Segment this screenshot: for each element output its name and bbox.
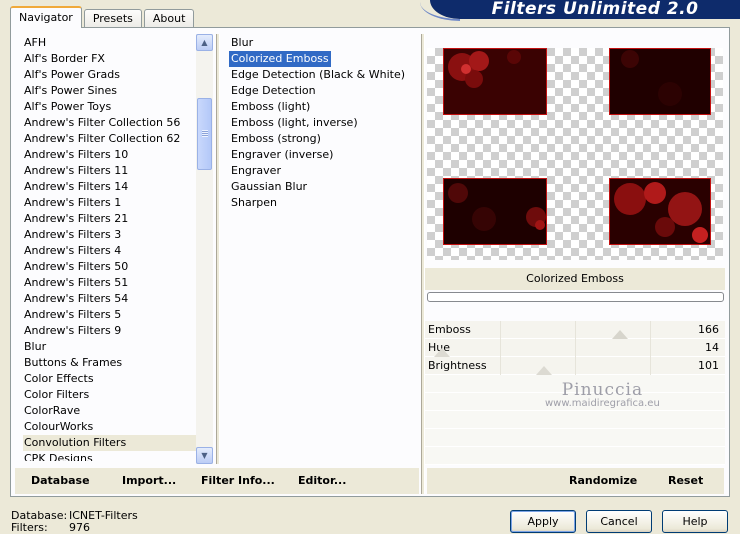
category-item[interactable]: Andrew's Filters 54 <box>23 291 203 307</box>
slider-emboss[interactable]: Emboss 166 <box>425 321 725 339</box>
filter-item[interactable]: Gaussian Blur <box>229 179 309 195</box>
slider-label: Emboss <box>428 323 471 336</box>
preview-image <box>443 178 547 245</box>
empty-slider-row <box>425 411 725 429</box>
reset-button[interactable]: Reset <box>668 474 703 487</box>
filter-item[interactable]: Emboss (light) <box>229 99 312 115</box>
status-info: Database: ICNET-Filters Filters: 976 <box>11 510 138 534</box>
empty-slider-row <box>425 447 725 465</box>
filter-item[interactable]: Colorized Emboss <box>229 51 331 67</box>
scroll-down-button[interactable]: ▼ <box>196 447 213 464</box>
category-item[interactable]: Andrew's Filters 11 <box>23 163 203 179</box>
filter-item[interactable]: Engraver <box>229 163 283 179</box>
scroll-up-button[interactable]: ▲ <box>196 34 213 51</box>
category-item[interactable]: Andrew's Filters 4 <box>23 243 203 259</box>
category-item[interactable]: Andrew's Filters 10 <box>23 147 203 163</box>
filter-list[interactable]: Blur Colorized Emboss Edge Detection (Blac… <box>229 35 419 215</box>
category-item[interactable]: Alf's Power Toys <box>23 99 203 115</box>
help-button[interactable]: Help <box>662 510 728 533</box>
category-item[interactable]: Andrew's Filters 5 <box>23 307 203 323</box>
category-item[interactable]: ColourWorks <box>23 419 203 435</box>
preview-area <box>427 34 723 266</box>
category-item[interactable]: Color Filters <box>23 387 203 403</box>
slider-value: 166 <box>698 323 719 336</box>
slider-hue[interactable]: Hue 14 <box>425 339 725 357</box>
slider-value: 14 <box>705 341 719 354</box>
filter-item[interactable]: Emboss (light, inverse) <box>229 115 360 131</box>
category-list[interactable]: AFH Alf's Border FX Alf's Power Grads Alf's… <box>23 35 203 461</box>
product-banner: Filters Unlimited 2.0 <box>420 0 740 21</box>
slider-thumb[interactable] <box>536 366 552 375</box>
tab-presets[interactable]: Presets <box>83 9 142 28</box>
apply-button[interactable]: Apply <box>510 510 576 533</box>
slider-value: 101 <box>698 359 719 372</box>
category-item[interactable]: Andrew's Filters 14 <box>23 179 203 195</box>
slider-label: Brightness <box>428 359 487 372</box>
tab-bar: Navigator Presets About <box>10 6 196 28</box>
cancel-button[interactable]: Cancel <box>586 510 652 533</box>
list-button-bar: Database Import... Filter Info... Editor… <box>15 468 419 494</box>
category-item[interactable]: CPK Designs <box>23 451 203 461</box>
editor-button[interactable]: Editor... <box>298 474 346 487</box>
filters-count: 976 <box>69 521 90 534</box>
main-panel: AFH Alf's Border FX Alf's Power Grads Alf's… <box>10 27 730 497</box>
splitter[interactable] <box>216 34 220 464</box>
slider-thumb[interactable] <box>434 348 450 357</box>
category-item[interactable]: Andrew's Filters 50 <box>23 259 203 275</box>
category-item[interactable]: Convolution Filters <box>23 435 203 451</box>
category-item[interactable]: ColorRave <box>23 403 203 419</box>
filter-info-button[interactable]: Filter Info... <box>201 474 275 487</box>
filter-item[interactable]: Engraver (inverse) <box>229 147 335 163</box>
scroll-thumb[interactable] <box>197 98 212 170</box>
randomize-button[interactable]: Randomize <box>569 474 637 487</box>
filter-title: Colorized Emboss <box>425 268 725 290</box>
preview-canvas <box>427 48 723 260</box>
database-button[interactable]: Database <box>31 474 90 487</box>
category-item[interactable]: Andrew's Filters 1 <box>23 195 203 211</box>
filter-item[interactable]: Edge Detection (Black & White) <box>229 67 407 83</box>
parameter-sliders: Emboss 166 Hue 14 Brightness 101 <box>425 321 725 465</box>
empty-slider-row <box>425 393 725 411</box>
category-item[interactable]: AFH <box>23 35 203 51</box>
filter-item[interactable]: Blur <box>229 35 255 51</box>
preview-image <box>609 178 711 245</box>
filter-item[interactable]: Sharpen <box>229 195 279 211</box>
preview-image <box>443 48 547 115</box>
category-item[interactable]: Andrew's Filter Collection 56 <box>23 115 203 131</box>
preset-button-bar: Randomize Reset <box>427 468 724 494</box>
category-item[interactable]: Blur <box>23 339 203 355</box>
category-item[interactable]: Alf's Border FX <box>23 51 203 67</box>
filter-item[interactable]: Emboss (strong) <box>229 131 323 147</box>
tab-navigator[interactable]: Navigator <box>10 6 82 28</box>
category-item[interactable]: Andrew's Filters 9 <box>23 323 203 339</box>
preview-image <box>609 48 711 115</box>
slider-brightness[interactable]: Brightness 101 <box>425 357 725 375</box>
category-item[interactable]: Alf's Power Grads <box>23 67 203 83</box>
category-item[interactable]: Color Effects <box>23 371 203 387</box>
category-scrollbar[interactable]: ▲ ▼ <box>196 34 213 464</box>
category-item[interactable]: Andrew's Filters 3 <box>23 227 203 243</box>
filters-label: Filters: <box>11 521 48 534</box>
category-item[interactable]: Buttons & Frames <box>23 355 203 371</box>
category-item[interactable]: Andrew's Filters 51 <box>23 275 203 291</box>
progress-bar <box>427 292 724 302</box>
filter-item[interactable]: Edge Detection <box>229 83 318 99</box>
category-item[interactable]: Alf's Power Sines <box>23 83 203 99</box>
tab-about[interactable]: About <box>143 9 195 28</box>
category-item[interactable]: Andrew's Filter Collection 62 <box>23 131 203 147</box>
category-item[interactable]: Andrew's Filters 21 <box>23 211 203 227</box>
empty-slider-row <box>425 375 725 393</box>
slider-thumb[interactable] <box>612 330 628 339</box>
import-button[interactable]: Import... <box>122 474 176 487</box>
empty-slider-row <box>425 429 725 447</box>
